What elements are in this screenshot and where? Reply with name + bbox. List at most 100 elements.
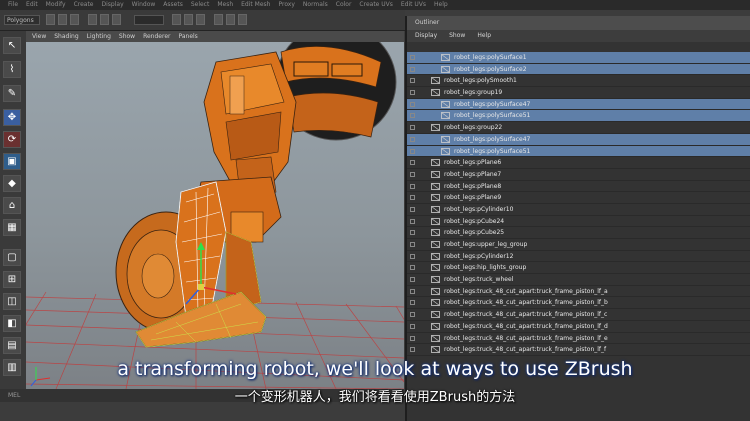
- expand-toggle-icon[interactable]: [410, 347, 415, 353]
- persp-outliner-layout-icon[interactable]: ◫: [3, 293, 21, 310]
- snap-grid-icon[interactable]: [172, 14, 181, 25]
- scale-tool-icon[interactable]: ▣: [3, 153, 21, 170]
- expand-toggle-icon[interactable]: [410, 288, 415, 294]
- outliner-row[interactable]: robot_legs:pPlane7: [407, 169, 750, 181]
- menu-item[interactable]: Color: [336, 1, 352, 8]
- outliner-row[interactable]: robot_legs:truck_48_cut_apart:truck_fram…: [407, 333, 750, 345]
- outliner-row[interactable]: robot_legs:polySurface47: [407, 133, 750, 146]
- expand-toggle-icon[interactable]: [410, 277, 415, 283]
- select-tool-icon[interactable]: ↖: [3, 37, 21, 54]
- menu-item[interactable]: Select: [191, 1, 210, 8]
- viewport-menu-item[interactable]: Lighting: [87, 33, 111, 40]
- outliner-row[interactable]: robot_legs:truck_48_cut_apart:truck_fram…: [407, 321, 750, 333]
- menu-item[interactable]: Display: [102, 1, 124, 8]
- expand-toggle-icon[interactable]: [410, 242, 415, 247]
- render-icon[interactable]: [214, 14, 223, 25]
- viewport-menu-item[interactable]: Panels: [178, 33, 197, 40]
- expand-toggle-icon[interactable]: [410, 171, 415, 177]
- expand-toggle-icon[interactable]: [410, 78, 415, 84]
- menu-item[interactable]: Modify: [46, 1, 66, 8]
- menu-item[interactable]: Create: [74, 1, 94, 8]
- expand-toggle-icon[interactable]: [410, 160, 415, 166]
- selection-mask-field[interactable]: [134, 15, 164, 25]
- snap-point-icon[interactable]: [196, 14, 205, 25]
- select-component-icon[interactable]: [112, 14, 121, 25]
- manipulator-icon[interactable]: ◆: [3, 175, 21, 192]
- outliner-row[interactable]: robot_legs:truck_48_cut_apart:truck_fram…: [407, 297, 750, 310]
- outliner-row[interactable]: robot_legs:pCube25: [407, 227, 750, 239]
- save-scene-icon[interactable]: [70, 14, 79, 25]
- hypershade-layout-icon[interactable]: ▤: [3, 337, 21, 354]
- expand-toggle-icon[interactable]: [410, 323, 415, 329]
- outliner-row[interactable]: robot_legs:pPlane8: [407, 181, 750, 193]
- expand-toggle-icon[interactable]: [410, 101, 415, 107]
- expand-toggle-icon[interactable]: [410, 335, 415, 341]
- four-view-layout-icon[interactable]: ⊞: [3, 271, 21, 288]
- expand-toggle-icon[interactable]: [410, 230, 415, 236]
- expand-toggle-icon[interactable]: [410, 55, 415, 60]
- outliner-row[interactable]: robot_legs:pPlane6: [407, 157, 750, 169]
- outliner-row[interactable]: robot_legs:polySurface2: [407, 63, 750, 76]
- expand-toggle-icon[interactable]: [410, 206, 415, 212]
- menu-item[interactable]: Assets: [163, 1, 183, 8]
- last-tool-icon[interactable]: ▦: [3, 219, 21, 236]
- select-object-icon[interactable]: [100, 14, 109, 25]
- menu-item[interactable]: Edit UVs: [401, 1, 426, 8]
- single-perspective-layout-icon[interactable]: ▢: [3, 249, 21, 266]
- outliner-row[interactable]: robot_legs:pCylinder10: [407, 204, 750, 216]
- expand-toggle-icon[interactable]: [410, 218, 415, 224]
- outliner-row[interactable]: robot_legs:pCube24: [407, 216, 750, 228]
- menu-item[interactable]: Mesh: [217, 1, 233, 8]
- outliner-menu-item[interactable]: Show: [449, 32, 465, 39]
- outliner-row[interactable]: robot_legs:upper_leg_group: [407, 239, 750, 251]
- expand-toggle-icon[interactable]: [410, 90, 415, 96]
- select-hierarchy-icon[interactable]: [88, 14, 97, 25]
- outliner-row[interactable]: robot_legs:truck_wheel: [407, 274, 750, 286]
- snap-curve-icon[interactable]: [184, 14, 193, 25]
- new-scene-icon[interactable]: [46, 14, 55, 25]
- menu-item[interactable]: Help: [434, 1, 448, 8]
- open-scene-icon[interactable]: [58, 14, 67, 25]
- outliner-row[interactable]: robot_legs:truck_48_cut_apart:truck_fram…: [407, 344, 750, 356]
- expand-toggle-icon[interactable]: [410, 66, 415, 72]
- render-settings-icon[interactable]: [238, 14, 247, 25]
- menu-item[interactable]: Window: [132, 1, 156, 8]
- outliner-row[interactable]: robot_legs:truck_48_cut_apart:truck_fram…: [407, 309, 750, 321]
- viewport-menu-item[interactable]: View: [32, 33, 46, 40]
- outliner-row[interactable]: robot_legs:polySmooth1: [407, 75, 750, 88]
- outliner-row[interactable]: robot_legs:hip_lights_group: [407, 262, 750, 275]
- menu-item[interactable]: File: [8, 1, 18, 8]
- expand-toggle-icon[interactable]: [410, 195, 415, 201]
- outliner-row[interactable]: robot_legs:pPlane9: [407, 192, 750, 204]
- expand-toggle-icon[interactable]: [410, 183, 415, 189]
- outliner-row[interactable]: robot_legs:polySurface1: [407, 52, 750, 64]
- outliner-row[interactable]: robot_legs:polySurface47: [407, 98, 750, 111]
- outliner-row[interactable]: robot_legs:polySurface51: [407, 145, 750, 158]
- outliner-menu-item[interactable]: Help: [477, 32, 491, 39]
- expand-toggle-icon[interactable]: [410, 265, 415, 271]
- expand-toggle-icon[interactable]: [410, 300, 415, 306]
- outliner-row[interactable]: robot_legs:truck_48_cut_apart:truck_fram…: [407, 286, 750, 298]
- menu-item[interactable]: Normals: [303, 1, 328, 8]
- outliner-row[interactable]: robot_legs:group22: [407, 122, 750, 134]
- menu-item[interactable]: Edit Mesh: [241, 1, 270, 8]
- menu-item[interactable]: Create UVs: [359, 1, 392, 8]
- outliner-menu-item[interactable]: Display: [415, 32, 437, 39]
- paint-select-icon[interactable]: ✎: [3, 85, 21, 102]
- outliner-row[interactable]: robot_legs:polySurface51: [407, 110, 750, 123]
- move-tool-icon[interactable]: ✥: [3, 109, 21, 126]
- perspective-viewport[interactable]: [26, 42, 404, 389]
- expand-toggle-icon[interactable]: [410, 312, 415, 318]
- outliner-row[interactable]: robot_legs:group19: [407, 87, 750, 99]
- menu-item[interactable]: Edit: [26, 1, 38, 8]
- ipr-render-icon[interactable]: [226, 14, 235, 25]
- expand-toggle-icon[interactable]: [410, 136, 415, 142]
- expand-toggle-icon[interactable]: [410, 148, 415, 154]
- viewport-menu-item[interactable]: Renderer: [143, 33, 170, 40]
- viewport-menu-item[interactable]: Shading: [54, 33, 78, 40]
- outliner-row[interactable]: robot_legs:pCylinder12: [407, 251, 750, 263]
- rotate-tool-icon[interactable]: ⟳: [3, 131, 21, 148]
- expand-toggle-icon[interactable]: [410, 125, 415, 131]
- menu-set-dropdown[interactable]: Polygons: [4, 15, 40, 25]
- viewport-menu-item[interactable]: Show: [119, 33, 135, 40]
